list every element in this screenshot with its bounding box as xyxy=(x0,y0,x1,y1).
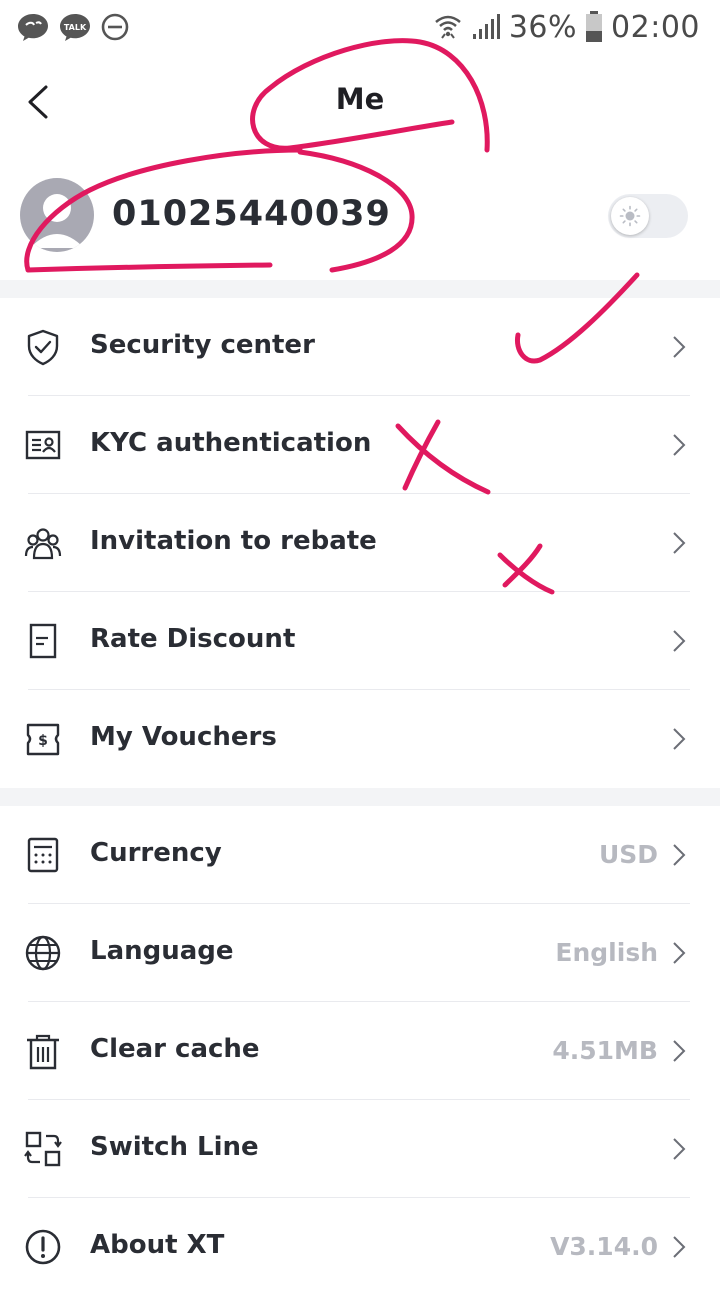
menu-group-account: Security center KYC authentication Invit… xyxy=(0,298,720,788)
menu-item-language[interactable]: Language English xyxy=(0,904,720,1002)
menu-item-my-vouchers[interactable]: $ My Vouchers xyxy=(0,690,720,788)
chevron-right-icon xyxy=(673,1138,686,1160)
app-header: Me xyxy=(0,54,720,150)
menu-item-value: 4.51MB xyxy=(552,1036,658,1065)
toggle-knob xyxy=(611,197,649,235)
menu-item-value: English xyxy=(555,938,658,967)
voucher-icon: $ xyxy=(26,723,60,756)
chevron-right-icon xyxy=(673,844,686,866)
wifi-icon xyxy=(435,15,461,39)
status-bar: TALK 36% 02:00 xyxy=(0,0,720,54)
menu-item-label: Switch Line xyxy=(90,1132,259,1162)
menu-item-rate-discount[interactable]: Rate Discount xyxy=(0,592,720,690)
menu-item-security-center[interactable]: Security center xyxy=(0,298,720,396)
menu-item-value: V3.14.0 xyxy=(550,1232,658,1261)
menu-item-label: Security center xyxy=(90,330,315,360)
chevron-right-icon xyxy=(673,942,686,964)
users-icon xyxy=(24,528,62,560)
switch-icon xyxy=(24,1131,62,1167)
do-not-disturb-icon xyxy=(101,13,129,41)
chat-icon xyxy=(18,14,48,41)
menu-item-value: USD xyxy=(598,840,658,869)
chevron-right-icon xyxy=(673,434,686,456)
svg-text:TALK: TALK xyxy=(64,23,87,32)
menu-item-label: Language xyxy=(90,936,234,966)
menu-item-label: About XT xyxy=(90,1230,225,1260)
avatar[interactable] xyxy=(20,178,94,252)
chevron-right-icon xyxy=(673,1040,686,1062)
menu-item-label: Rate Discount xyxy=(90,624,296,654)
shield-check-icon xyxy=(27,329,59,366)
chevron-right-icon xyxy=(673,630,686,652)
section-divider xyxy=(0,280,720,298)
profile-section[interactable]: 01025440039 xyxy=(0,160,720,280)
chevron-right-icon xyxy=(673,1236,686,1258)
menu-item-kyc-authentication[interactable]: KYC authentication xyxy=(0,396,720,494)
menu-group-settings: Currency USD Language English Clear cach… xyxy=(0,806,720,1296)
page-title: Me xyxy=(335,82,385,116)
menu-item-invitation-to-rebate[interactable]: Invitation to rebate xyxy=(0,494,720,592)
status-bar-notifications: TALK xyxy=(16,10,130,44)
info-icon xyxy=(25,1229,61,1265)
menu-item-label: KYC authentication xyxy=(90,428,372,458)
chevron-right-icon xyxy=(673,532,686,554)
menu-item-currency[interactable]: Currency USD xyxy=(0,806,720,904)
menu-item-label: Invitation to rebate xyxy=(90,526,377,556)
document-icon xyxy=(29,623,57,659)
battery-percentage: 36% xyxy=(508,9,578,45)
clock: 02:00 xyxy=(611,9,700,45)
sun-icon xyxy=(619,205,641,227)
signal-icon xyxy=(472,14,500,39)
chevron-right-icon xyxy=(673,336,686,358)
section-divider xyxy=(0,788,720,806)
menu-item-clear-cache[interactable]: Clear cache 4.51MB xyxy=(0,1002,720,1100)
battery-icon xyxy=(586,11,603,42)
svg-text:$: $ xyxy=(38,733,48,749)
talk-icon: TALK xyxy=(60,14,90,41)
menu-item-about-xt[interactable]: About XT V3.14.0 xyxy=(0,1198,720,1296)
trash-icon xyxy=(27,1034,59,1070)
menu-item-label: Clear cache xyxy=(90,1034,260,1064)
menu-item-switch-line[interactable]: Switch Line xyxy=(0,1100,720,1198)
globe-icon xyxy=(25,935,61,971)
chevron-right-icon xyxy=(673,728,686,750)
id-card-icon xyxy=(25,430,61,460)
calculator-icon xyxy=(27,837,59,873)
theme-toggle[interactable] xyxy=(608,194,688,238)
username: 01025440039 xyxy=(112,194,391,234)
menu-item-label: My Vouchers xyxy=(90,722,277,752)
user-avatar-icon xyxy=(30,194,84,248)
menu-item-label: Currency xyxy=(90,838,222,868)
status-bar-system: 36% 02:00 xyxy=(433,8,700,46)
